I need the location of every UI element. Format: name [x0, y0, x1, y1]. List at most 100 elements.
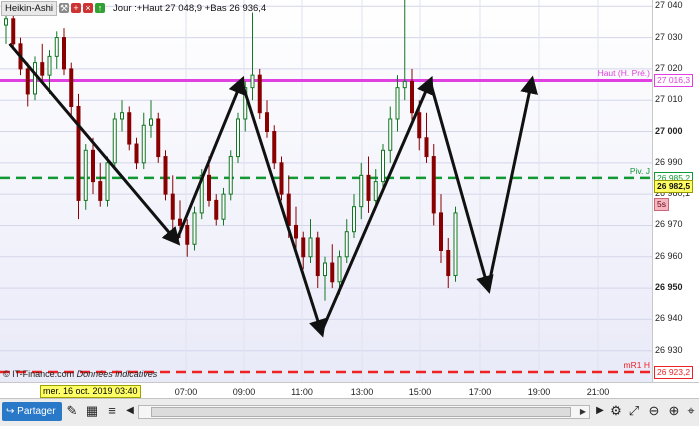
- x-tick-label: 19:00: [527, 387, 551, 397]
- candle-body: [417, 112, 422, 139]
- y-tick-label: 26 970: [655, 219, 683, 230]
- copyright-notice: © IT-Finance.com Données indicatives: [3, 369, 157, 379]
- candle-body: [315, 237, 320, 277]
- candle-body: [359, 174, 364, 208]
- candle-body: [221, 193, 226, 220]
- x-tick-label: 17:00: [468, 387, 492, 397]
- up-arrow-icon[interactable]: ↑: [95, 3, 106, 13]
- settings-icon[interactable]: ⚙: [608, 403, 624, 419]
- candle-body: [127, 112, 132, 145]
- candle-body: [40, 62, 45, 76]
- candle-body: [69, 68, 74, 107]
- close-icon[interactable]: ×: [83, 3, 94, 13]
- copyright-text: © IT-Finance.com: [3, 369, 75, 379]
- chart-type-icon[interactable]: ≡: [104, 403, 120, 419]
- candle-body: [381, 149, 385, 183]
- candle-body: [76, 105, 81, 201]
- wrench-icon[interactable]: ⚒: [59, 3, 70, 13]
- chart-scrollbar[interactable]: ▶: [138, 405, 590, 419]
- scrollbar-thumb[interactable]: [151, 407, 571, 417]
- candle-body: [402, 80, 407, 89]
- candle-body: [11, 18, 16, 45]
- x-axis[interactable]: mer. 16 oct. 2019 03:40 07:00 09:00 11:00 1…: [0, 382, 699, 399]
- x-tick-label: 07:00: [174, 387, 198, 397]
- trend-arrow: [8, 42, 181, 246]
- candle-body: [344, 231, 349, 258]
- candle-body: [83, 149, 88, 201]
- cursor-date-badge: mer. 16 oct. 2019 03:40: [40, 385, 141, 398]
- candle-body: [105, 162, 110, 201]
- candle-body: [25, 68, 30, 95]
- candle-body: [388, 118, 393, 151]
- y-tick-label: 27 000: [655, 125, 683, 136]
- candle-body: [373, 181, 378, 201]
- candle-body: [446, 249, 451, 277]
- candle-body: [323, 262, 327, 277]
- timeframe-badge[interactable]: 5s: [654, 198, 669, 211]
- candle-body: [265, 112, 269, 133]
- zoom-in-icon[interactable]: ⊕: [666, 403, 682, 419]
- candle-body: [272, 131, 277, 164]
- candle-body: [178, 218, 182, 226]
- draw-tools-icon[interactable]: ✎: [64, 403, 80, 419]
- indicators-icon[interactable]: ▦: [84, 403, 100, 419]
- zoom-out-icon[interactable]: ⊖: [646, 403, 662, 419]
- candle-body: [330, 262, 335, 283]
- candle-body: [250, 74, 255, 89]
- session-high-low: Jour :+Haut 27 048,9 +Bas 26 936,4: [113, 2, 267, 14]
- indicator-name[interactable]: Heikin-Ashi: [1, 0, 58, 16]
- y-tick-label: 27 030: [655, 31, 683, 42]
- candle-body: [424, 137, 429, 158]
- scroll-end-icon[interactable]: ▶: [592, 403, 608, 419]
- candle-body: [308, 237, 313, 258]
- candle-body: [192, 212, 197, 245]
- candle-body: [337, 256, 342, 283]
- candle-body: [156, 118, 161, 158]
- candle-body: [352, 206, 356, 233]
- candle-body: [54, 37, 59, 57]
- candle-body: [301, 237, 306, 258]
- candle-body: [47, 55, 52, 76]
- candle-body: [170, 193, 175, 220]
- chart-title-bar: Heikin-Ashi ⚒ + × ↑ Jour :+Haut 27 048,9…: [0, 0, 266, 16]
- candle-body: [120, 112, 124, 120]
- add-icon[interactable]: +: [71, 3, 82, 13]
- fullscreen-icon[interactable]: ⌖: [683, 403, 699, 419]
- zoom-fit-icon[interactable]: ⤢: [626, 403, 642, 419]
- candle-body: [207, 174, 211, 201]
- level-name-label: Piv. J: [629, 165, 650, 176]
- candle-body: [395, 87, 400, 120]
- candle-body: [163, 156, 168, 195]
- share-icon: ↪: [6, 406, 15, 417]
- y-tick-label: 27 010: [655, 94, 683, 105]
- trend-arrow: [319, 75, 434, 333]
- y-tick-label: 26 930: [655, 344, 683, 355]
- y-tick-label: 26 950: [655, 282, 683, 293]
- y-tick-label: 26 940: [655, 313, 683, 324]
- candle-body: [410, 80, 414, 114]
- share-button[interactable]: ↪ Partager: [2, 402, 62, 421]
- candle-body: [185, 224, 190, 245]
- candle-body: [91, 149, 95, 183]
- candle-body: [236, 118, 240, 158]
- last-price-badge: 26 982,5: [654, 180, 694, 194]
- scroll-start-icon[interactable]: ◀: [122, 403, 138, 419]
- disclaimer-text: Données indicatives: [76, 369, 158, 379]
- candle-body: [257, 74, 262, 114]
- scroll-right-icon[interactable]: ▶: [578, 407, 588, 417]
- level-value-badge: 27 016,3: [654, 74, 694, 88]
- chart-svg: [0, 0, 652, 382]
- candle-body: [366, 174, 371, 201]
- candle-body: [294, 224, 298, 239]
- candle-body: [228, 156, 233, 195]
- x-tick-label: 09:00: [232, 387, 256, 397]
- candle-body: [279, 162, 284, 195]
- candle-body: [214, 199, 219, 220]
- x-tick-label: 21:00: [586, 387, 610, 397]
- candle-body: [439, 212, 443, 251]
- share-label: Partager: [17, 406, 56, 417]
- candle-body: [98, 181, 103, 201]
- level-value-badge: 26 923,2: [654, 365, 694, 379]
- candle-body: [4, 18, 8, 26]
- x-tick-label: 13:00: [350, 387, 374, 397]
